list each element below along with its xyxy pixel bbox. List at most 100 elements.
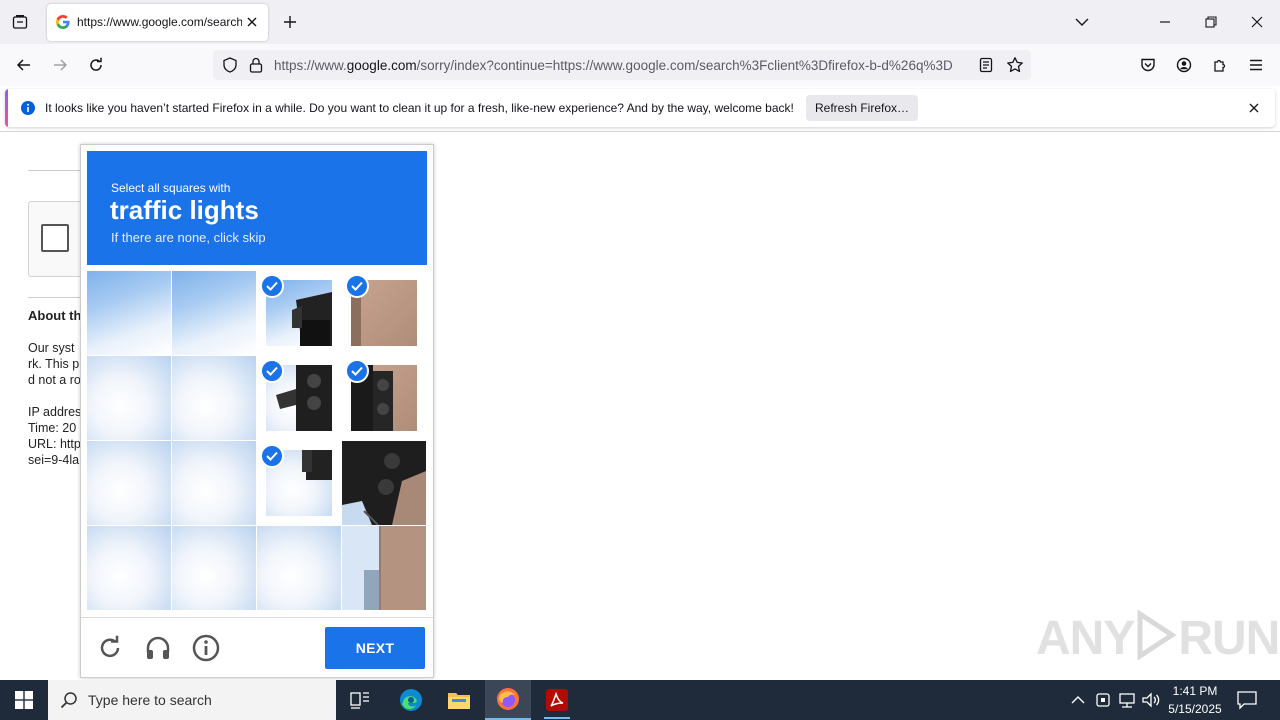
edge-icon — [400, 689, 422, 711]
notification-accent — [5, 89, 8, 127]
network-button[interactable] — [1117, 690, 1137, 710]
recaptcha-checkbox[interactable] — [41, 224, 69, 252]
help-button[interactable] — [191, 633, 221, 663]
bookmark-star-icon[interactable] — [1006, 56, 1024, 74]
account-icon — [1176, 57, 1192, 73]
image-tile[interactable] — [172, 441, 256, 525]
firefox-taskbar-button[interactable] — [485, 680, 531, 720]
arrow-left-icon — [16, 59, 30, 71]
challenge-target: traffic lights — [110, 195, 259, 225]
tab-strip: https://www.google.com/search — [0, 0, 1280, 44]
notifications-button[interactable] — [1236, 690, 1258, 710]
audio-challenge-button[interactable] — [143, 633, 173, 663]
recaptcha-anchor-box — [28, 201, 88, 277]
image-tile[interactable] — [172, 271, 256, 355]
notification-close-button[interactable] — [1246, 100, 1262, 116]
notification-message: It looks like you haven’t started Firefo… — [45, 101, 794, 115]
image-tile-selected[interactable] — [342, 271, 426, 355]
image-tile[interactable] — [87, 526, 171, 610]
tray-device-icon[interactable] — [1094, 690, 1112, 710]
action-center-icon — [1237, 691, 1257, 710]
page-info-line: sei=9-4la — [28, 453, 80, 467]
reader-view-icon[interactable] — [979, 57, 993, 73]
clock-time[interactable]: 1:41 PM — [1155, 684, 1235, 698]
tab-google-search[interactable]: https://www.google.com/search — [47, 4, 268, 41]
forward-button[interactable] — [46, 51, 74, 79]
chevron-up-icon — [1071, 696, 1085, 704]
check-icon — [260, 274, 284, 298]
image-tile[interactable] — [172, 526, 256, 610]
restore-icon — [1205, 16, 1217, 28]
search-icon — [60, 692, 77, 709]
image-tile[interactable] — [87, 441, 171, 525]
close-icon — [247, 17, 257, 27]
building-image — [364, 526, 381, 610]
edge-taskbar-button[interactable] — [388, 680, 434, 720]
puzzle-icon — [1214, 59, 1226, 72]
windows-taskbar: Type here to search 1:41 PM 5/15/2025 — [0, 680, 1280, 720]
check-icon — [345, 274, 369, 298]
folder-icon — [448, 693, 470, 709]
taskbar-search-box[interactable]: Type here to search — [48, 680, 336, 720]
firefox-icon — [497, 688, 519, 710]
url-bar[interactable]: https://www.google.com/sorry/index?conti… — [213, 50, 1031, 80]
hamburger-menu-icon — [1250, 59, 1262, 71]
pocket-icon — [1141, 58, 1155, 72]
page-text-line: Our syst — [28, 341, 75, 355]
file-explorer-taskbar-button[interactable] — [436, 680, 482, 720]
acrobat-taskbar-button[interactable] — [534, 680, 580, 720]
google-favicon-icon — [56, 15, 70, 29]
arrow-right-icon — [54, 59, 68, 71]
tracking-shield-icon — [223, 57, 237, 73]
image-tile[interactable] — [342, 526, 426, 610]
image-tile[interactable] — [87, 356, 171, 440]
task-view-icon — [350, 692, 369, 709]
extensions-button[interactable] — [1206, 51, 1234, 79]
anyrun-watermark: ANY RUN — [1036, 610, 1280, 665]
close-icon — [1249, 103, 1259, 113]
close-window-button[interactable] — [1243, 8, 1271, 36]
refresh-firefox-button[interactable]: Refresh Firefox… — [806, 95, 918, 121]
page-divider — [28, 170, 80, 171]
reload-challenge-button[interactable] — [95, 633, 125, 663]
url-text: https://www.google.com/sorry/index?conti… — [274, 58, 953, 73]
acrobat-icon — [546, 689, 568, 711]
new-tab-button[interactable] — [276, 8, 304, 36]
account-button[interactable] — [1170, 51, 1198, 79]
restore-button[interactable] — [1197, 8, 1225, 36]
reload-button[interactable] — [82, 51, 110, 79]
reload-icon — [90, 57, 102, 71]
check-icon — [260, 444, 284, 468]
close-icon — [1251, 16, 1263, 28]
reload-icon — [100, 635, 120, 658]
app-menu-button[interactable] — [1242, 51, 1270, 79]
challenge-header: Select all squares with traffic lights I… — [87, 151, 427, 265]
start-button[interactable] — [0, 680, 48, 720]
firefox-view-button[interactable] — [6, 8, 34, 36]
image-tile-selected[interactable] — [257, 271, 341, 355]
traffic-light-image — [342, 441, 426, 525]
minimize-button[interactable] — [1151, 8, 1179, 36]
image-tile[interactable] — [172, 356, 256, 440]
image-tile-selected[interactable] — [257, 441, 341, 525]
firefox-view-icon — [12, 15, 28, 29]
challenge-hint: If there are none, click skip — [111, 230, 266, 245]
windows-logo-icon — [15, 691, 33, 709]
image-tile-selected[interactable] — [342, 356, 426, 440]
info-icon — [192, 634, 220, 662]
page-divider — [28, 297, 80, 298]
next-button[interactable]: NEXT — [325, 627, 425, 669]
page-info-line: URL: http — [28, 437, 81, 451]
pocket-button[interactable] — [1134, 51, 1162, 79]
image-tile[interactable] — [257, 526, 341, 610]
task-view-button[interactable] — [337, 680, 383, 720]
image-tile[interactable] — [87, 271, 171, 355]
clock-date[interactable]: 5/15/2025 — [1155, 702, 1235, 716]
device-icon — [1096, 693, 1110, 707]
image-tile-selected[interactable] — [257, 356, 341, 440]
show-hidden-icons-button[interactable] — [1068, 690, 1088, 710]
tab-close-button[interactable] — [243, 13, 261, 31]
list-all-tabs-button[interactable] — [1068, 8, 1096, 36]
back-button[interactable] — [10, 51, 38, 79]
image-tile[interactable] — [342, 441, 426, 525]
